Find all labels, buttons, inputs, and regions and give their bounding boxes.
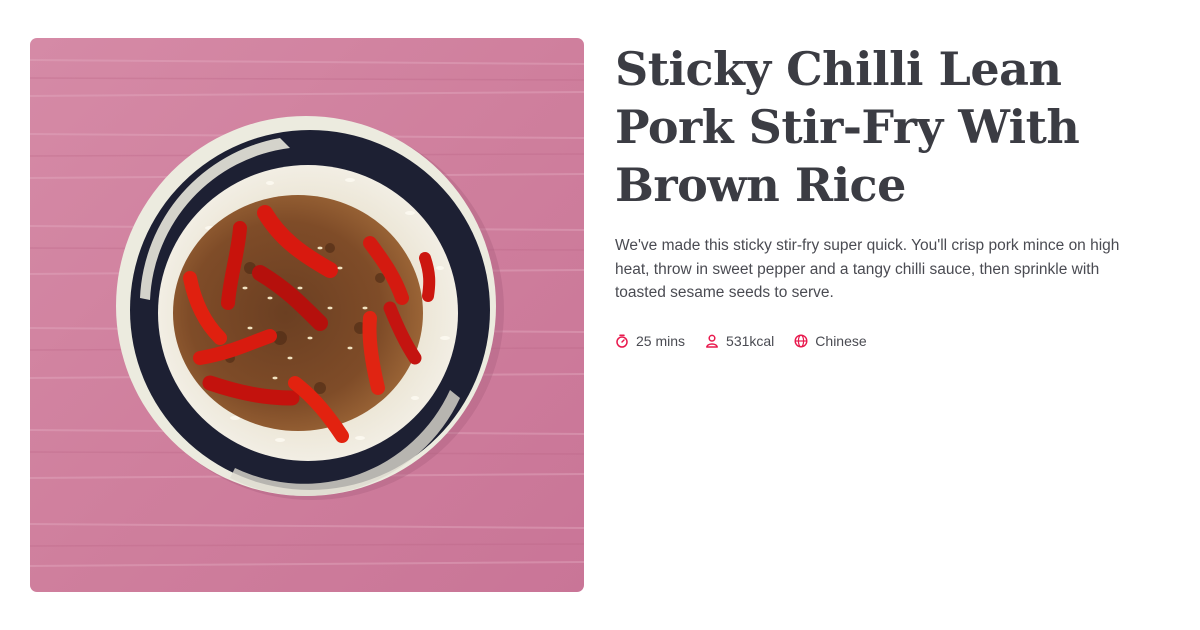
meta-cuisine: Chinese bbox=[794, 332, 867, 349]
meta-time: 25 mins bbox=[615, 333, 685, 349]
meta-calories: 531kcal bbox=[705, 333, 774, 349]
recipe-photo bbox=[30, 38, 584, 592]
recipe-card: Sticky Chilli Lean Pork Stir-Fry With Br… bbox=[0, 0, 1200, 630]
meta-time-label: 25 mins bbox=[636, 332, 686, 349]
person-icon bbox=[705, 334, 719, 348]
stopwatch-icon bbox=[615, 333, 629, 348]
recipe-meta: 25 mins 531kcal Chinese bbox=[615, 333, 1175, 349]
recipe-content: Sticky Chilli Lean Pork Stir-Fry With Br… bbox=[615, 40, 1175, 349]
recipe-description: We've made this sticky stir-fry super qu… bbox=[615, 237, 1120, 301]
meta-cuisine-label: Chinese bbox=[815, 332, 867, 349]
globe-icon bbox=[794, 333, 808, 348]
recipe-title: Sticky Chilli Lean Pork Stir-Fry With Br… bbox=[615, 42, 1080, 212]
meta-calories-label: 531kcal bbox=[726, 332, 775, 349]
